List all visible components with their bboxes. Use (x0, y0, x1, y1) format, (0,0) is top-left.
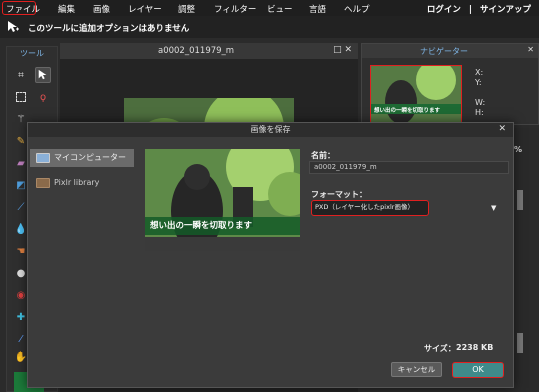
tools-title: ツール (20, 49, 44, 58)
move-tool-icon (8, 21, 19, 32)
menu-image[interactable]: 画像 (93, 3, 110, 15)
menu-filter[interactable]: フィルター (214, 3, 256, 15)
options-bar: このツールに追加オプションはありません (0, 16, 539, 38)
close-icon[interactable]: ✕ (527, 45, 534, 54)
close-icon[interactable]: ✕ (498, 124, 506, 134)
filename-input[interactable]: a0002_011979_m (309, 161, 509, 174)
zoom-percent: % (514, 145, 523, 154)
menu-adjust[interactable]: 調整 (178, 3, 195, 15)
chevron-down-icon[interactable]: ▼ (491, 204, 496, 212)
svg-text:想い出の一瞬を切取ります: 想い出の一瞬を切取ります (374, 106, 441, 114)
menu-edit[interactable]: 編集 (58, 3, 75, 15)
navigator-tab: ナビゲーター ✕ (362, 44, 538, 58)
document-title: a0002_011979_m (158, 46, 235, 56)
size-label: サイズ： (424, 344, 456, 353)
menu-help[interactable]: ヘルプ (344, 3, 370, 15)
computer-icon (36, 153, 50, 163)
name-label: 名前： (311, 151, 335, 160)
nav-w-label: W: (475, 98, 486, 107)
destination-my-computer[interactable]: マイコンピューター (30, 149, 134, 167)
destination-label: マイコンピューター (54, 153, 126, 162)
menu-view[interactable]: ビュー (267, 3, 293, 15)
navigator-thumbnail[interactable]: 想い出の一瞬を切取ります (370, 65, 462, 125)
move-tool-icon[interactable] (35, 67, 51, 83)
navigator-title: ナビゲーター (420, 47, 468, 56)
signup-link[interactable]: サインアップ (480, 5, 531, 15)
lasso-tool-icon[interactable]: ϙ (35, 89, 51, 105)
auth-separator: | (468, 5, 473, 15)
options-message: このツールに追加オプションはありません (28, 24, 190, 34)
format-dropdown[interactable]: PXD（レイヤー化したpixlr画像） (311, 200, 429, 216)
menubar: ファイル 編集 画像 レイヤー 調整 フィルター ビュー 言語 ヘルプ ログイン… (0, 0, 539, 16)
nav-x-label: X: (475, 68, 484, 77)
destination-pixlr-library[interactable]: Pixlr library (30, 174, 134, 192)
save-image-dialog: 画像を保存 ✕ マイコンピューター Pixlr library 想い出の一瞬を切… (27, 122, 514, 388)
menu-file[interactable]: ファイル (6, 3, 40, 15)
scrollbar-thumb[interactable] (517, 333, 523, 353)
preview-caption: 想い出の一瞬を切取ります (145, 217, 300, 235)
document-window-controls[interactable]: □ ✕ (333, 45, 352, 55)
dialog-title: 画像を保存 (28, 123, 513, 137)
menu-language[interactable]: 言語 (309, 3, 326, 15)
ok-button[interactable]: OK (452, 362, 504, 378)
navigator-panel: ナビゲーター ✕ 想い出の一瞬を切取ります X: Y: W: H: (361, 43, 539, 125)
marquee-tool-icon[interactable] (13, 89, 29, 105)
crop-tool-icon[interactable]: ⌗ (13, 67, 29, 83)
format-label: フォーマット： (311, 190, 367, 199)
image-preview: 想い出の一瞬を切取ります (145, 149, 300, 251)
document-tab[interactable]: a0002_011979_m □ ✕ (60, 43, 358, 59)
nav-h-label: H: (475, 108, 484, 117)
destination-list: マイコンピューター Pixlr library (28, 137, 138, 387)
login-link[interactable]: ログイン (427, 5, 461, 15)
destination-label: Pixlr library (54, 178, 100, 187)
side-panel: % (510, 128, 539, 392)
cancel-button[interactable]: キャンセル (391, 362, 442, 377)
nav-y-label: Y: (475, 78, 482, 87)
scrollbar-thumb[interactable] (517, 190, 523, 210)
auth-links: ログイン | サインアップ (427, 3, 531, 15)
menu-layer[interactable]: レイヤー (128, 3, 162, 15)
size-value: 2238 KB (456, 343, 494, 352)
library-icon (36, 178, 50, 188)
